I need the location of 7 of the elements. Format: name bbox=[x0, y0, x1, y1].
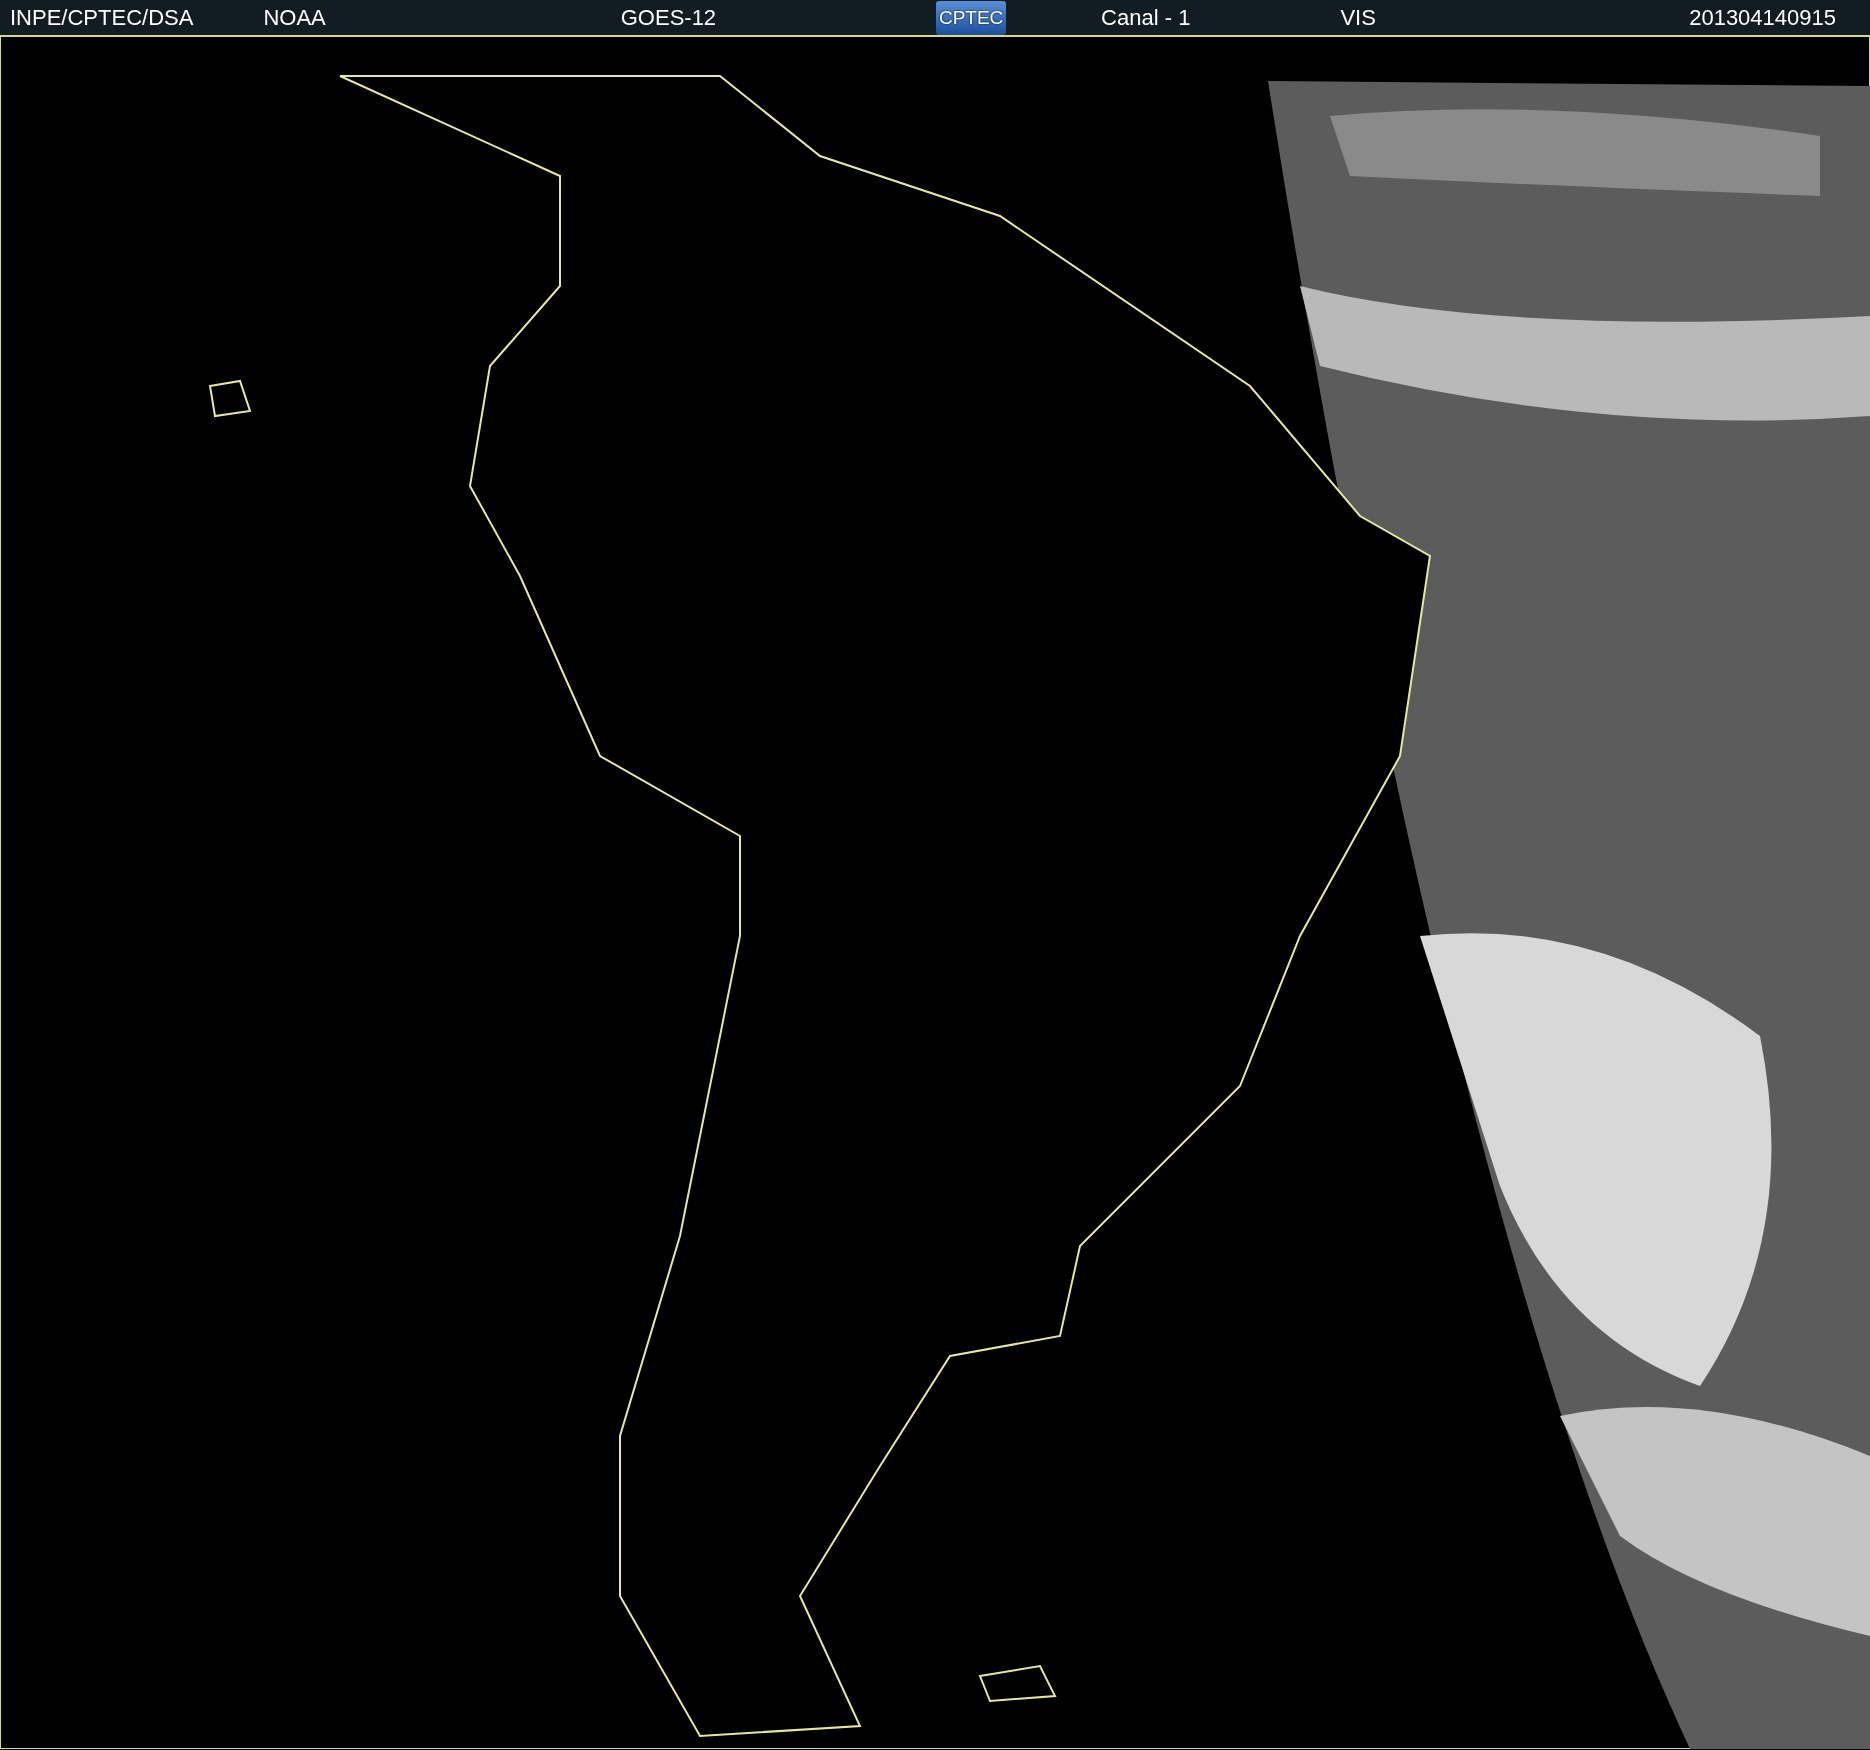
header-label: NOAA bbox=[263, 3, 326, 32]
header-label: GOES-12 bbox=[620, 3, 717, 32]
header-label: INPE/CPTEC/DSA bbox=[10, 3, 194, 32]
header-label: Canal - 1 bbox=[1101, 3, 1191, 32]
header-label: 201304140915 bbox=[1689, 3, 1836, 32]
header-label: VIS bbox=[1340, 3, 1376, 32]
logo: CPTEC bbox=[936, 0, 1007, 35]
